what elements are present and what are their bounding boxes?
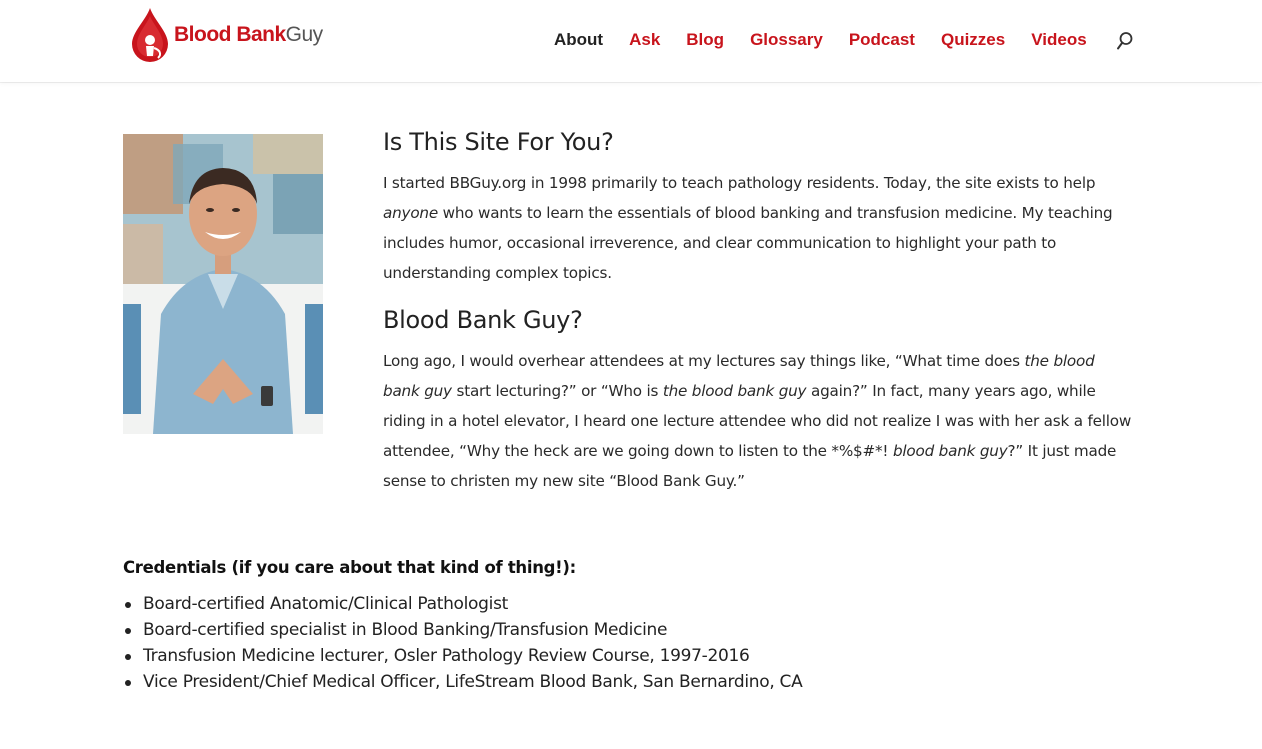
credentials-section: Credentials (if you care about that kind… [123, 555, 1133, 695]
search-icon[interactable] [1116, 31, 1134, 51]
origin-paragraph: Long ago, I would overhear attendees at … [383, 352, 1132, 490]
nav-ask[interactable]: Ask [629, 29, 660, 51]
credential-item: Board-certified Anatomic/Clinical Pathol… [123, 591, 1133, 617]
heading-is-this-site-for-you: Is This Site For You? [383, 128, 614, 156]
nav-quizzes[interactable]: Quizzes [941, 29, 1005, 51]
credential-item: Board-certified specialist in Blood Bank… [123, 617, 1133, 643]
credentials-title: Credentials (if you care about that kind… [123, 558, 576, 577]
intro-paragraph: I started BBGuy.org in 1998 primarily to… [383, 174, 1113, 282]
credential-item: Vice President/Chief Medical Officer, Li… [123, 669, 1133, 695]
nav-glossary[interactable]: Glossary [750, 29, 823, 51]
about-content: Is This Site For You? I started BBGuy.or… [383, 124, 1133, 510]
nav-videos[interactable]: Videos [1031, 29, 1086, 51]
nav-podcast[interactable]: Podcast [849, 29, 915, 51]
credential-item: Transfusion Medicine lecturer, Osler Pat… [123, 643, 1133, 669]
site-logo[interactable]: Blood BankGuy [128, 4, 343, 66]
nav-about[interactable]: About [554, 29, 603, 51]
heading-blood-bank-guy: Blood Bank Guy? [383, 306, 583, 334]
author-photo [123, 134, 323, 434]
nav-blog[interactable]: Blog [686, 29, 724, 51]
main-nav: About Ask Blog Glossary Podcast Quizzes … [554, 29, 1113, 51]
blood-drop-logo-icon [132, 8, 168, 62]
credentials-list: Board-certified Anatomic/Clinical Pathol… [123, 591, 1133, 695]
site-header: Blood BankGuy About Ask Blog Glossary Po… [0, 0, 1262, 82]
logo-wordmark: Blood BankGuy [174, 23, 323, 46]
